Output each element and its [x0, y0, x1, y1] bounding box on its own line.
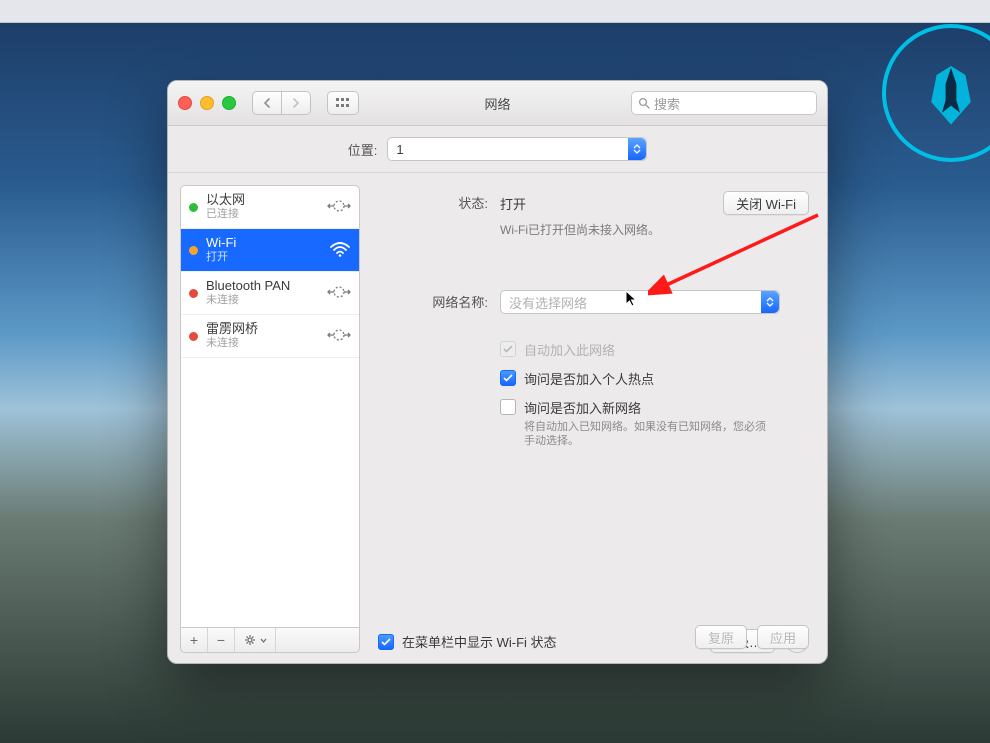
service-status: 未连接: [206, 337, 258, 350]
chevron-down-icon: [260, 638, 267, 643]
options-checks: 自动加入此网络 询问是否加入个人热点 询问是否加入新网络 将自动加入已知网络。如…: [500, 340, 809, 449]
location-row: 位置: 1: [168, 126, 827, 173]
window-bottom-buttons: 复原 应用: [695, 625, 809, 649]
service-name: Wi-Fi: [206, 236, 236, 251]
ask-hotspot-check[interactable]: 询问是否加入个人热点: [500, 369, 809, 388]
traffic-lights: [178, 96, 236, 110]
zoom-button[interactable]: [222, 96, 236, 110]
forward-button[interactable]: [282, 91, 311, 115]
ask-new-desc: 将自动加入已知网络。如果没有已知网络，您必须手动选择。: [524, 420, 774, 449]
add-service-button[interactable]: +: [181, 628, 208, 652]
macos-menubar: [0, 0, 990, 23]
network-prefs-window: 网络 搜索 位置: 1: [167, 80, 828, 664]
location-label: 位置:: [348, 140, 378, 159]
chevron-right-icon: [292, 98, 300, 108]
service-name: 雷雳网桥: [206, 322, 258, 337]
service-name: Bluetooth PAN: [206, 279, 290, 294]
show-in-menubar-label: 在菜单栏中显示 Wi-Fi 状态: [402, 632, 557, 651]
ask-new-label: 询问是否加入新网络: [524, 401, 641, 416]
status-dot-icon: [189, 203, 198, 212]
service-actions-button[interactable]: [235, 628, 276, 652]
wifi-toggle-button[interactable]: 关闭 Wi-Fi: [723, 191, 809, 215]
service-item-thunderbolt-bridge[interactable]: 雷雳网桥 未连接: [181, 315, 359, 358]
ethernet-icon: [327, 197, 351, 218]
services-footer: + −: [180, 627, 360, 653]
network-name-placeholder: 没有选择网络: [509, 293, 587, 312]
chevron-left-icon: [263, 98, 271, 108]
ethernet-icon: [327, 326, 351, 347]
checkbox: [500, 341, 516, 357]
apply-button[interactable]: 应用: [757, 625, 809, 649]
auto-join-label: 自动加入此网络: [524, 340, 615, 359]
status-dot-icon: [189, 246, 198, 255]
service-status: 未连接: [206, 294, 290, 307]
status-row: 状态: 打开 关闭 Wi-Fi Wi-Fi已打开但尚未接入网络。: [378, 191, 809, 238]
nav-back-forward: [252, 91, 311, 115]
network-name-select[interactable]: 没有选择网络: [500, 290, 780, 314]
wifi-icon: [329, 241, 351, 260]
location-select[interactable]: 1: [387, 137, 647, 161]
ethernet-icon: [327, 283, 351, 304]
network-name-row: 网络名称: 没有选择网络: [378, 290, 809, 314]
gear-icon: [244, 633, 258, 647]
status-dot-icon: [189, 289, 198, 298]
detail-panel: 状态: 打开 关闭 Wi-Fi Wi-Fi已打开但尚未接入网络。 网络名称:: [360, 173, 827, 664]
remove-service-button[interactable]: −: [208, 628, 235, 652]
service-name: 以太网: [206, 193, 245, 208]
service-status: 打开: [206, 251, 236, 264]
grid-icon: [336, 98, 350, 108]
checkbox[interactable]: [500, 370, 516, 386]
revert-button[interactable]: 复原: [695, 625, 747, 649]
ask-hotspot-label: 询问是否加入个人热点: [524, 369, 654, 388]
select-stepper-icon: [628, 138, 646, 160]
back-button[interactable]: [252, 91, 282, 115]
services-sidebar: 以太网 已连接 Wi-Fi 打开: [168, 173, 360, 664]
search-icon: [638, 97, 650, 109]
service-item-bluetooth-pan[interactable]: Bluetooth PAN 未连接: [181, 272, 359, 315]
status-dot-icon: [189, 332, 198, 341]
search-field[interactable]: 搜索: [631, 91, 817, 115]
status-value: 打开: [500, 194, 526, 213]
service-item-ethernet[interactable]: 以太网 已连接: [181, 186, 359, 229]
status-label: 状态:: [378, 191, 488, 212]
titlebar: 网络 搜索: [168, 81, 827, 126]
select-stepper-icon: [761, 291, 779, 313]
ask-new-check[interactable]: 询问是否加入新网络 将自动加入已知网络。如果没有已知网络，您必须手动选择。: [500, 398, 809, 449]
service-item-wifi[interactable]: Wi-Fi 打开: [181, 229, 359, 272]
status-substatus: Wi-Fi已打开但尚未接入网络。: [500, 221, 809, 238]
checkbox[interactable]: [378, 634, 394, 650]
show-in-menubar-check[interactable]: 在菜单栏中显示 Wi-Fi 状态: [378, 632, 557, 651]
search-placeholder: 搜索: [654, 94, 680, 113]
show-all-button[interactable]: [327, 91, 359, 115]
checkbox[interactable]: [500, 399, 516, 415]
close-button[interactable]: [178, 96, 192, 110]
watermark-emblem: [882, 24, 990, 162]
content-area: 以太网 已连接 Wi-Fi 打开: [168, 173, 827, 664]
auto-join-check: 自动加入此网络: [500, 340, 809, 359]
desktop-background: 网络 搜索 位置: 1: [0, 0, 990, 743]
location-value: 1: [396, 142, 403, 157]
network-name-label: 网络名称:: [378, 290, 488, 311]
services-list: 以太网 已连接 Wi-Fi 打开: [180, 185, 360, 627]
minimize-button[interactable]: [200, 96, 214, 110]
service-status: 已连接: [206, 208, 245, 221]
